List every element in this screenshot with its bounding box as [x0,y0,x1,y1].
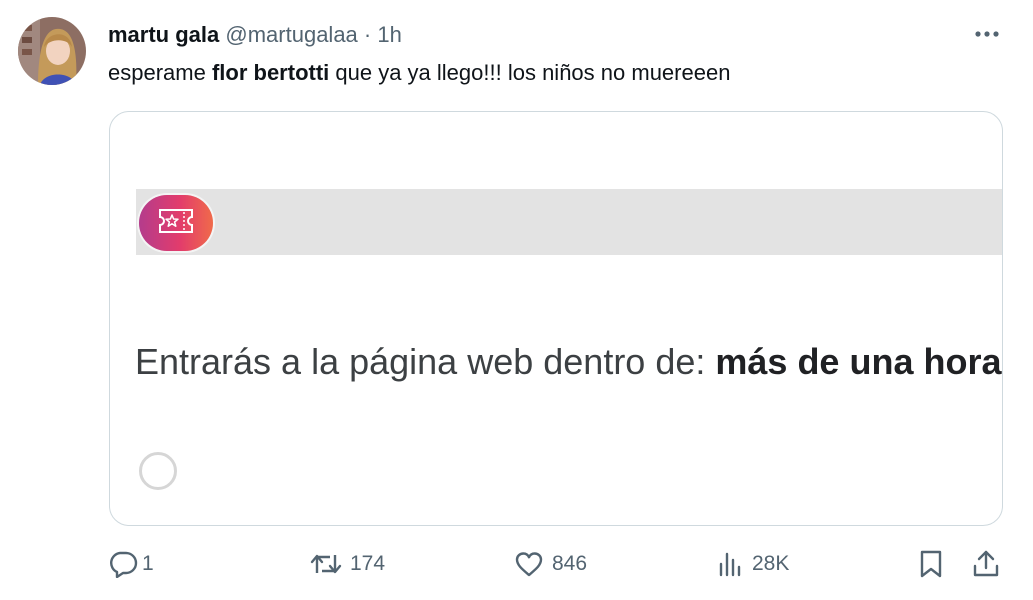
views-icon [716,551,744,577]
share-icon [972,549,1000,579]
separator-dot: · [363,22,372,47]
more-icon [974,25,1000,43]
reply-button[interactable]: 1 [108,544,154,584]
queue-message-prefix: Entrarás a la página web dentro de: [135,341,716,382]
share-button[interactable] [972,544,1000,584]
tweet-header: martu gala @martugalaa · 1h [108,20,402,50]
bookmark-icon [918,549,944,579]
reply-icon [108,550,138,578]
action-bar: 1 174 846 28K [108,544,1008,584]
avatar[interactable] [18,17,86,85]
media-card[interactable]: Entrarás a la página web dentro de: más … [109,111,1003,526]
reply-count: 1 [142,552,154,575]
ticket-logo [139,195,213,251]
ticket-icon [156,206,196,241]
tweet-time[interactable]: 1h [377,22,401,47]
tweet-text: esperame flor bertotti que ya ya llego!!… [108,58,730,88]
like-button[interactable]: 846 [514,544,587,584]
loading-spinner [139,452,177,490]
retweet-button[interactable]: 174 [310,544,385,584]
author-name[interactable]: martu gala [108,22,219,47]
heart-icon [514,551,544,577]
like-count: 846 [552,552,588,575]
retweet-count: 174 [350,552,386,575]
tweet-text-after: que ya ya llego!!! los niños no muereeen [329,60,731,85]
retweet-icon [310,551,342,577]
queue-message: Entrarás a la página web dentro de: más … [135,340,1001,384]
more-options-button[interactable] [970,18,1004,50]
views-count: 28K [752,552,790,575]
tweet-text-before: esperame [108,60,212,85]
queue-wait-time: más de una hora [715,341,1002,382]
card-header-bar [136,189,1002,255]
views-button[interactable]: 28K [716,544,789,584]
author-handle[interactable]: @martugalaa [225,22,357,47]
bookmark-button[interactable] [918,544,944,584]
mention-link[interactable]: flor bertotti [212,60,329,85]
